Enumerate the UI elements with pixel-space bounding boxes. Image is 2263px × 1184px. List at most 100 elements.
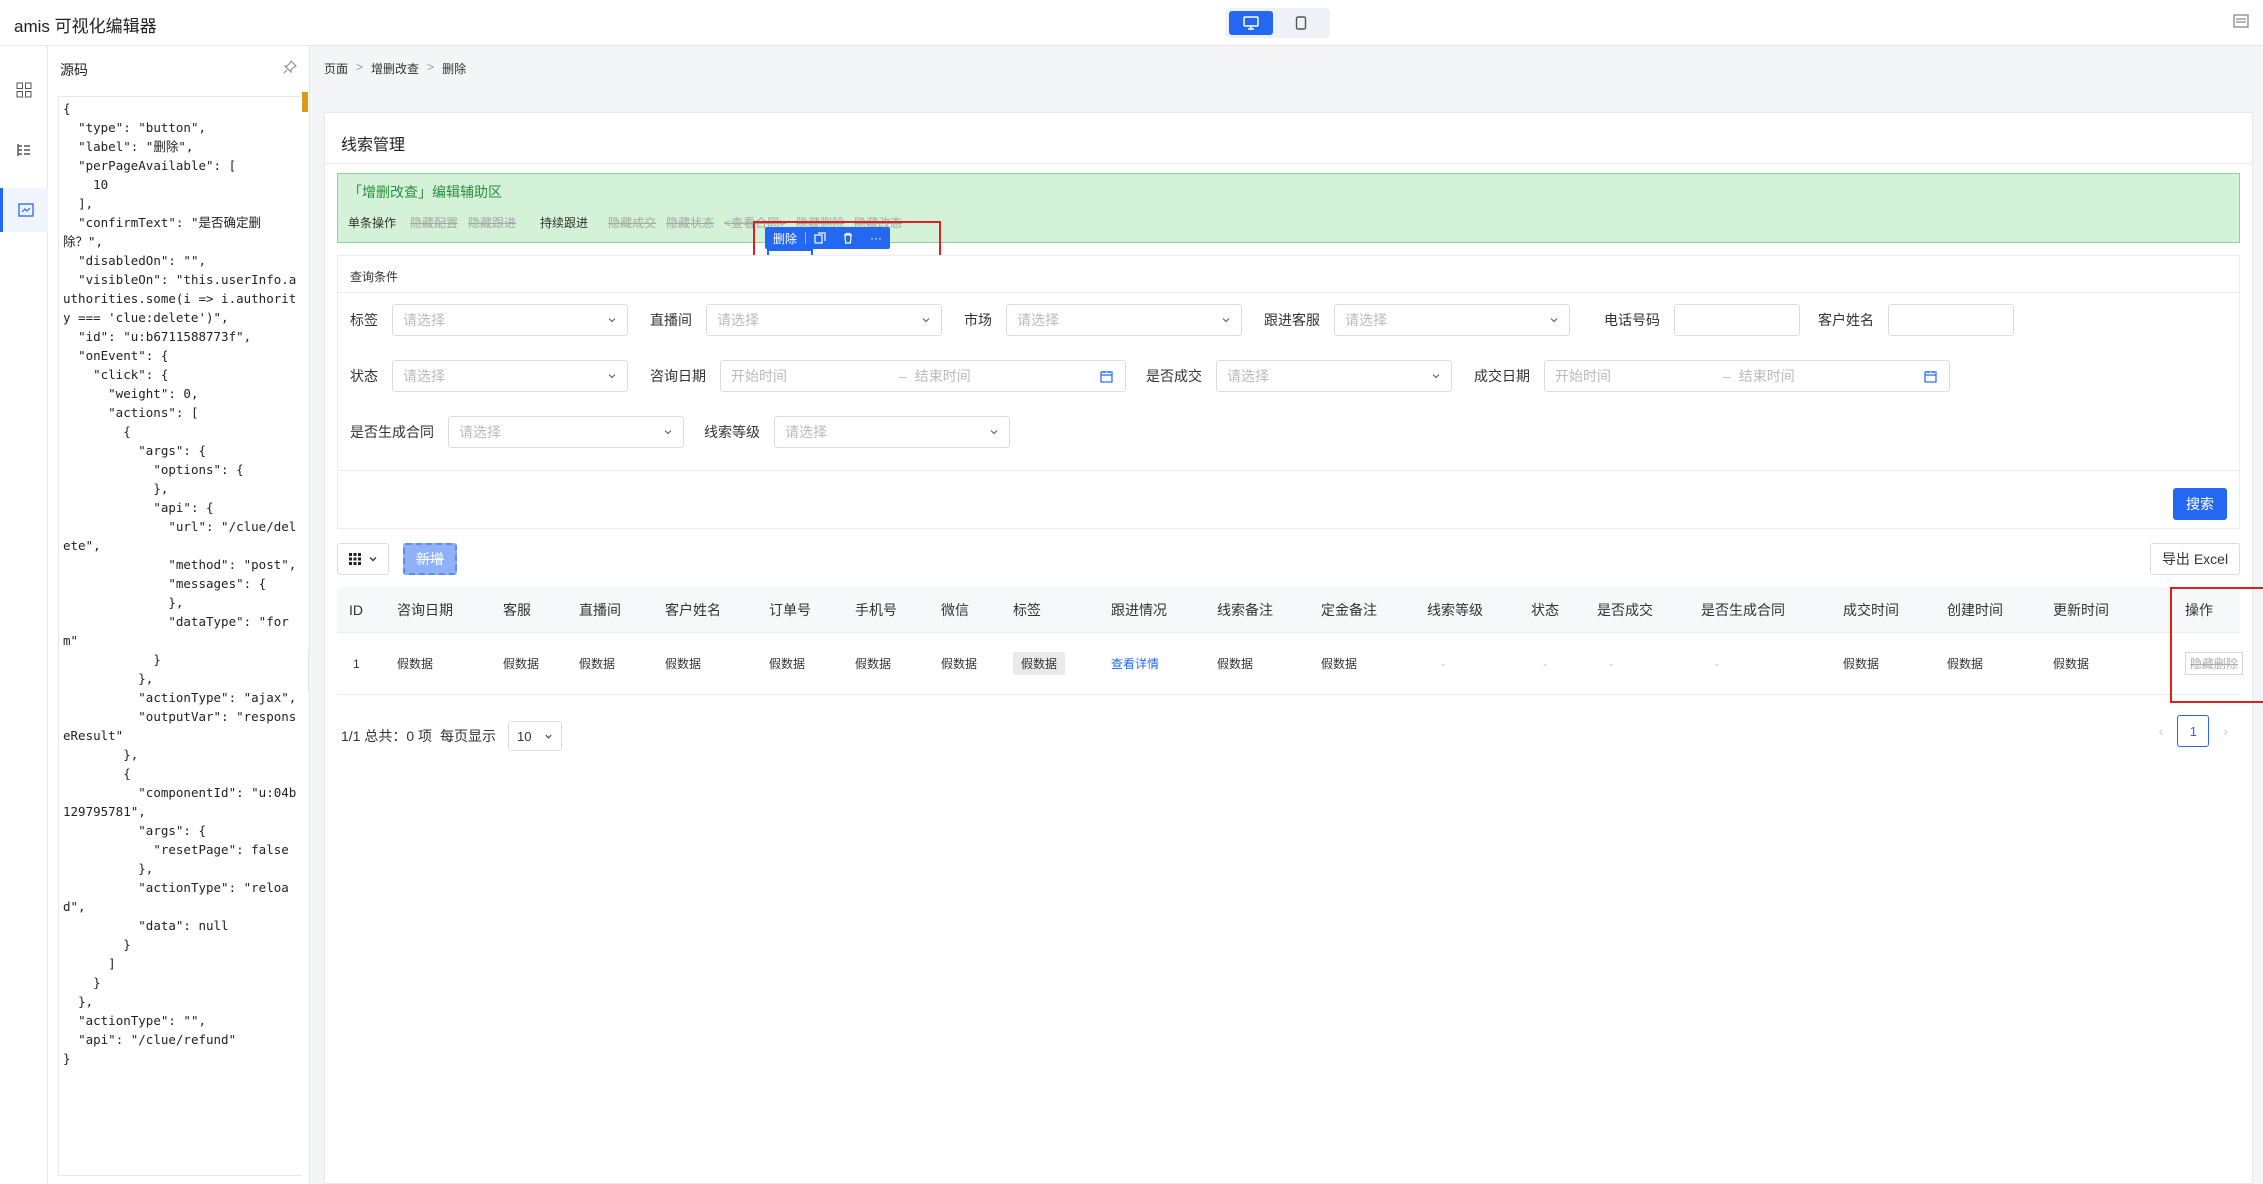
search-button[interactable]: 搜索 [2173, 488, 2227, 520]
crud-helper-zone[interactable]: 「增删改查」编辑辅助区 单条操作 隐藏配置 隐藏跟进 持续跟进 隐藏成交 隐藏状… [337, 173, 2240, 243]
customer-name-input[interactable] [1888, 304, 2014, 336]
chevron-down-icon [990, 430, 998, 435]
toolbar-more-button[interactable]: ··· [862, 227, 890, 249]
table-header: ID 咨询日期 客服 直播间 客户姓名 订单号 手机号 微信 标签 跟进情况 线… [337, 587, 2240, 633]
table-cell: 假数据 [769, 657, 806, 671]
table-cell: 假数据 [397, 657, 434, 671]
is-deal-select[interactable]: 请选择 [1216, 360, 1452, 392]
placeholder: 请选择 [1227, 368, 1269, 384]
market-select[interactable]: 请选择 [1006, 304, 1242, 336]
code-text: { "type": "button", "label": "删除", "perP… [63, 101, 297, 1066]
editor-canvas: 页面 > 增删改查 > 删除 线索管理 「增删改查」编辑辅助区 单条操作 隐藏配… [310, 46, 2263, 1184]
column-header: 直播间 [579, 601, 621, 618]
next-page-button[interactable]: › [2223, 723, 2228, 739]
desktop-preview-button[interactable] [1229, 11, 1273, 35]
chevron-down-icon [545, 734, 552, 739]
column-header: 是否成交 [1597, 601, 1653, 618]
placeholder: 请选择 [403, 312, 445, 328]
deal-date-range[interactable]: 开始时间 – 结束时间 [1544, 360, 1950, 392]
contract-select[interactable]: 请选择 [448, 416, 684, 448]
hidden-follow-button[interactable]: 隐藏跟进 [468, 214, 516, 231]
pagination: 1/1 总共：0 项 每页显示 10 ‹ 1 › [337, 715, 2240, 751]
rail-code-button[interactable] [0, 188, 48, 232]
data-table: ID 咨询日期 客服 直播间 客户姓名 订单号 手机号 微信 标签 跟进情况 线… [337, 587, 2263, 703]
table-cell: 假数据 [665, 657, 702, 671]
tag-select[interactable]: 请选择 [392, 304, 628, 336]
column-header: 是否生成合同 [1701, 601, 1785, 618]
perpage-select[interactable]: 10 [508, 721, 563, 751]
field-tag: 标签 请选择 [350, 304, 628, 336]
mobile-preview-button[interactable] [1279, 11, 1323, 35]
column-toggle-button[interactable] [337, 543, 389, 575]
placeholder: 请选择 [1017, 312, 1059, 328]
hidden-status-button[interactable]: 隐藏状态 [666, 214, 714, 231]
calendar-icon [1100, 371, 1113, 383]
rail-outline-button[interactable] [0, 128, 48, 172]
breadcrumb: 页面 > 增删改查 > 删除 [324, 60, 466, 77]
follow-cs-select[interactable]: 请选择 [1334, 304, 1570, 336]
toolbar-delete-button[interactable] [834, 227, 862, 249]
phone-input[interactable] [1674, 304, 1800, 336]
status-select[interactable]: 请选择 [392, 360, 628, 392]
range-dash: – [1723, 368, 1731, 384]
phone-icon [1295, 16, 1307, 30]
app-title: amis 可视化编辑器 [14, 17, 157, 36]
table-cell: 1 [353, 656, 360, 671]
chevron-down-icon [608, 374, 616, 379]
monitor-icon [1243, 16, 1259, 30]
page-1-button[interactable]: 1 [2177, 715, 2210, 747]
hidden-assign-button[interactable]: 隐藏配置 [410, 214, 458, 231]
follow-button[interactable]: 持续跟进 [540, 214, 588, 231]
export-excel-button[interactable]: 导出 Excel [2150, 543, 2240, 575]
view-detail-link[interactable]: 查看详情 [1111, 633, 1159, 694]
field-deal-date: 成交日期 开始时间 – 结束时间 [1474, 360, 1950, 392]
range-dash: – [899, 368, 907, 384]
code-icon [17, 203, 34, 217]
table-cell: 假数据 [941, 657, 978, 671]
grid-icon [16, 82, 32, 98]
column-header: 成交时间 [1843, 601, 1899, 618]
field-label: 是否生成合同 [350, 424, 434, 440]
column-header: 更新时间 [2053, 601, 2109, 618]
consult-date-range[interactable]: 开始时间 – 结束时间 [720, 360, 1126, 392]
table-cell: - [1609, 656, 1613, 671]
trash-icon [844, 232, 853, 244]
table-cell: - [1715, 656, 1719, 671]
prev-page-button[interactable]: ‹ [2159, 723, 2164, 739]
grid-dots-icon [349, 553, 361, 565]
divider [325, 163, 2252, 164]
code-scrollbar[interactable] [302, 92, 308, 112]
copy-icon [814, 232, 826, 244]
table-cell: 假数据 [1947, 657, 1984, 671]
pager-nav: ‹ 1 › [2159, 715, 2228, 747]
field-label: 状态 [350, 368, 378, 384]
field-label: 电话号码 [1604, 312, 1660, 328]
field-phone: 电话号码 [1604, 304, 1800, 336]
top-bar: amis 可视化编辑器 [0, 0, 2263, 46]
column-header: 咨询日期 [397, 601, 453, 618]
pager-info: 1/1 总共：0 项 每页显示 10 [341, 721, 563, 751]
end-placeholder: 结束时间 [1738, 368, 1795, 384]
table-cell: - [1441, 656, 1445, 671]
hidden-deal-button[interactable]: 隐藏成交 [608, 214, 656, 231]
add-button[interactable]: 新增 [403, 543, 457, 575]
table-row[interactable]: 1 假数据 假数据 假数据 假数据 假数据 假数据 假数据 假数据 查看详情 假… [337, 633, 2244, 695]
breadcrumb-item-delete[interactable]: 删除 [442, 60, 466, 77]
breadcrumb-item-page[interactable]: 页面 [324, 60, 348, 77]
table-cell: 假数据 [2053, 657, 2090, 671]
chevron-down-icon [1550, 318, 1558, 323]
breadcrumb-item-crud[interactable]: 增删改查 [371, 60, 419, 77]
field-label: 跟进客服 [1264, 312, 1320, 328]
level-select[interactable]: 请选择 [774, 416, 1010, 448]
code-editor[interactable]: { "type": "button", "label": "删除", "perP… [58, 96, 302, 1176]
rail-components-button[interactable] [0, 68, 48, 112]
toolbar-copy-button[interactable] [806, 227, 834, 249]
column-header: 客户姓名 [665, 601, 721, 618]
live-room-select[interactable]: 请选择 [706, 304, 942, 336]
chevron-down-icon [608, 318, 616, 323]
field-label: 成交日期 [1474, 368, 1530, 384]
column-header: 跟进情况 [1111, 601, 1167, 618]
pin-icon[interactable] [283, 60, 297, 74]
menu-icon[interactable] [2233, 14, 2249, 28]
device-toggle [1226, 8, 1330, 38]
